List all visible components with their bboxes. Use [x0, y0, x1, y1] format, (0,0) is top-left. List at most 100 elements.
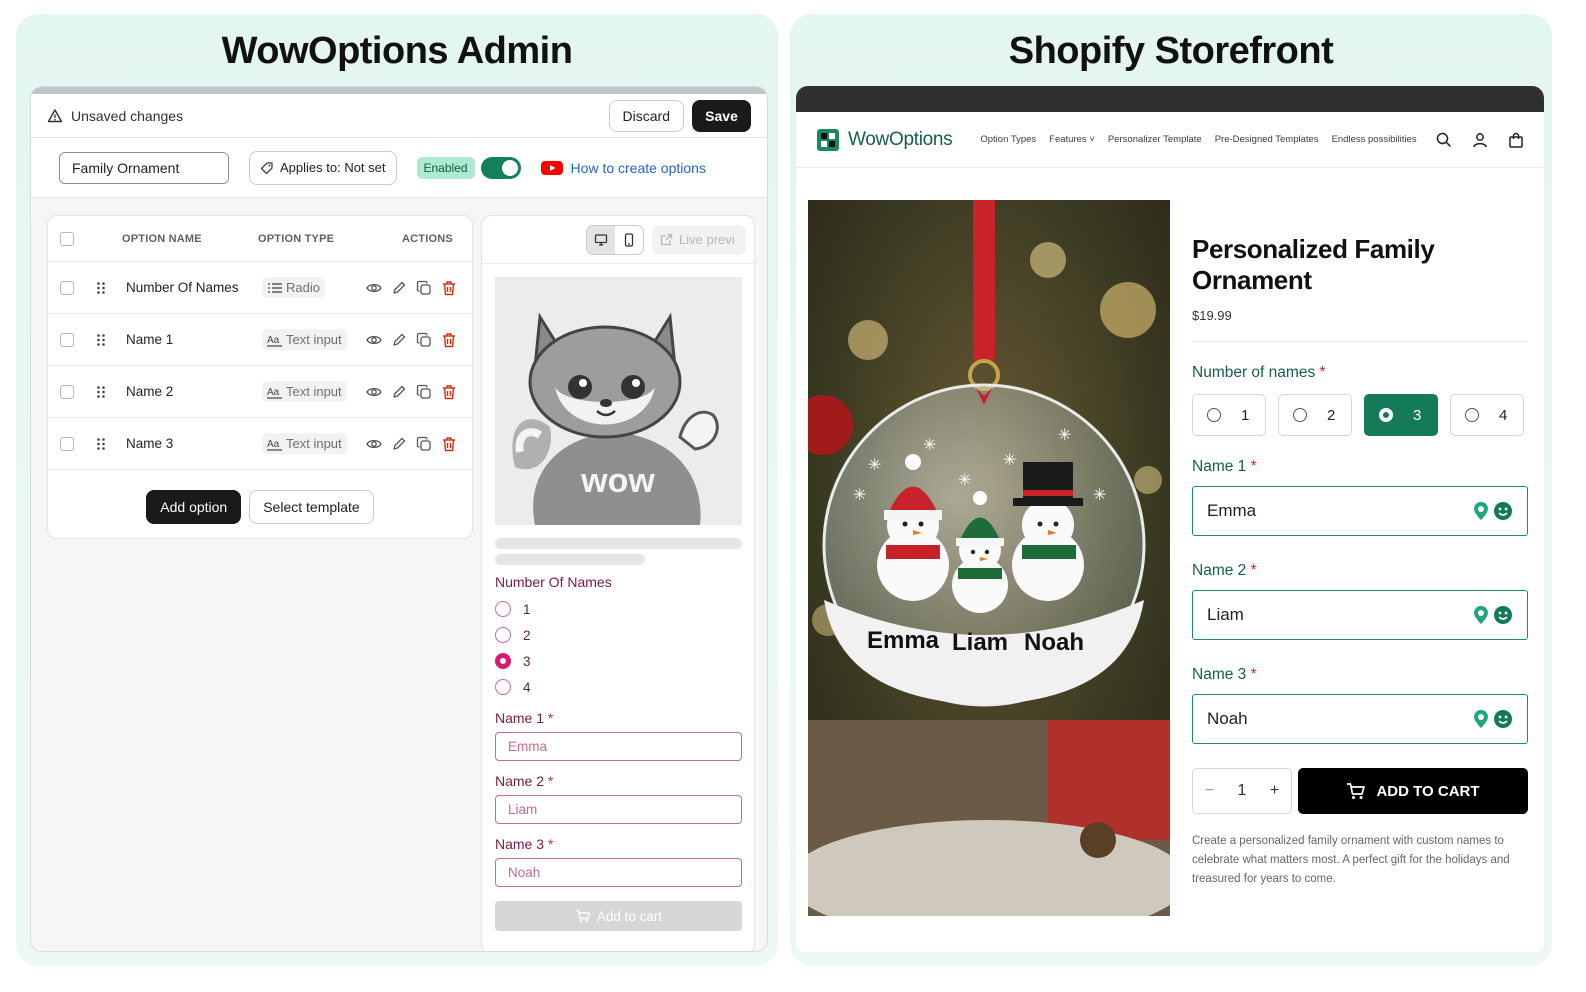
duplicate-icon[interactable]	[416, 280, 432, 296]
svg-text:Aa: Aa	[267, 387, 280, 398]
qty-plus-button[interactable]: +	[1270, 782, 1279, 800]
brand-logo-icon[interactable]	[816, 128, 840, 152]
loading-bar	[495, 554, 645, 565]
account-icon[interactable]	[1472, 132, 1488, 148]
product-info: Personalized Family Ornament $19.99 Numb…	[1192, 234, 1528, 889]
config-bar: Family Ornament Applies to: Not set Enab…	[31, 138, 767, 198]
status-badge: Enabled	[416, 156, 475, 179]
select-template-button[interactable]: Select template	[249, 490, 374, 524]
radio-option[interactable]: 4	[495, 674, 742, 700]
admin-heading: WowOptions Admin	[221, 30, 573, 72]
delete-icon[interactable]	[441, 436, 457, 452]
quantity-stepper[interactable]: − 1 +	[1192, 768, 1292, 814]
location-pin-icon[interactable]	[1472, 501, 1490, 521]
ornament-name-3: Noah	[1024, 629, 1084, 656]
radio-option-label: 1	[523, 601, 531, 617]
row-checkbox[interactable]	[60, 332, 74, 347]
drag-handle-icon[interactable]	[96, 437, 112, 451]
number-option[interactable]: 2	[1278, 394, 1352, 436]
location-pin-icon[interactable]	[1472, 709, 1490, 729]
product-name-field[interactable]: Family Ornament	[59, 151, 229, 184]
name1-input[interactable]: Emma	[495, 732, 742, 761]
table-row[interactable]: Name 3 Aa Text input	[48, 418, 472, 470]
unsaved-label: Unsaved changes	[71, 107, 184, 124]
text-input-icon: Aa	[267, 437, 283, 451]
search-icon[interactable]	[1436, 132, 1452, 148]
applies-to-button[interactable]: Applies to: Not set	[249, 150, 397, 185]
delete-icon[interactable]	[441, 332, 457, 348]
table-row[interactable]: Number Of Names Radio	[48, 262, 472, 314]
edit-icon[interactable]	[391, 436, 407, 452]
nav-features[interactable]: Features ˅	[1049, 134, 1095, 145]
row-checkbox[interactable]	[60, 280, 74, 295]
field-label: Name 3 *	[1192, 666, 1257, 683]
number-option[interactable]: 1	[1192, 394, 1266, 436]
bag-icon[interactable]	[1508, 132, 1524, 148]
qty-minus-button[interactable]: −	[1205, 782, 1214, 800]
number-option[interactable]: 3	[1364, 394, 1438, 436]
edit-icon[interactable]	[391, 384, 407, 400]
duplicate-icon[interactable]	[416, 436, 432, 452]
duplicate-icon[interactable]	[416, 332, 432, 348]
name2-value: Liam	[1207, 605, 1244, 624]
row-checkbox[interactable]	[60, 436, 74, 451]
discard-button[interactable]: Discard	[608, 99, 684, 132]
enabled-toggle[interactable]	[480, 156, 521, 179]
drag-handle-icon[interactable]	[96, 333, 112, 347]
save-button[interactable]: Save	[692, 99, 751, 132]
qty-value[interactable]: 1	[1238, 782, 1247, 800]
delete-icon[interactable]	[441, 384, 457, 400]
select-all-checkbox[interactable]	[60, 231, 74, 246]
radio-option[interactable]: 3	[495, 648, 742, 674]
number-option[interactable]: 4	[1450, 394, 1524, 436]
browser-bar	[796, 86, 1544, 112]
nav-option-types[interactable]: Option Types	[980, 134, 1036, 145]
eye-icon[interactable]	[366, 332, 382, 348]
option-type-tag: Aa Text input	[262, 381, 347, 402]
preview-add-to-cart-button[interactable]: Add to cart	[495, 901, 742, 931]
product-image: ✳ ✳ ✳ ✳ ✳ ✳ ✳ Emma Liam Noah	[808, 200, 1170, 916]
mobile-icon[interactable]	[615, 226, 643, 254]
add-to-cart-button[interactable]: ADD TO CART	[1298, 768, 1528, 814]
live-preview-button[interactable]: Live previ	[652, 224, 746, 255]
how-to-link[interactable]: How to create options	[540, 160, 706, 176]
radio-option[interactable]: 2	[495, 622, 742, 648]
name1-field[interactable]: Emma	[1192, 486, 1528, 536]
row-checkbox[interactable]	[60, 384, 74, 399]
svg-text:✳: ✳	[1003, 450, 1016, 469]
brand-name[interactable]: WowOptions	[848, 129, 953, 151]
edit-icon[interactable]	[391, 332, 407, 348]
desktop-icon[interactable]	[587, 225, 615, 254]
radio-option[interactable]: 1	[495, 596, 742, 622]
field-label: Name 2 *	[1192, 562, 1257, 579]
nav-endless-possibilities[interactable]: Endless possibilities	[1332, 134, 1417, 145]
name3-input[interactable]: Noah	[495, 858, 742, 887]
nav-personalizer-template[interactable]: Personalizer Template	[1108, 134, 1202, 145]
purchase-row: − 1 + ADD TO CART	[1192, 768, 1528, 814]
column-option-type: OPTION TYPE	[258, 232, 335, 245]
edit-icon[interactable]	[391, 280, 407, 296]
emoji-icon[interactable]	[1493, 709, 1513, 729]
emoji-icon[interactable]	[1493, 605, 1513, 625]
name3-field[interactable]: Noah	[1192, 694, 1528, 744]
emoji-icon[interactable]	[1493, 501, 1513, 521]
table-row[interactable]: Name 2 Aa Text input	[48, 366, 472, 418]
name2-field[interactable]: Liam	[1192, 590, 1528, 640]
duplicate-icon[interactable]	[416, 384, 432, 400]
location-pin-icon[interactable]	[1472, 605, 1490, 625]
drag-handle-icon[interactable]	[96, 281, 112, 295]
nav-links: Option Types Features ˅ Personalizer Tem…	[980, 134, 1416, 145]
svg-text:Aa: Aa	[267, 335, 280, 346]
eye-icon[interactable]	[366, 384, 382, 400]
eye-icon[interactable]	[366, 436, 382, 452]
youtube-icon	[540, 160, 563, 176]
drag-handle-icon[interactable]	[96, 385, 112, 399]
add-option-button[interactable]: Add option	[146, 490, 242, 524]
table-row[interactable]: Name 1 Aa Text input	[48, 314, 472, 366]
name2-input[interactable]: Liam	[495, 795, 742, 824]
product-title: Personalized Family Ornament	[1192, 234, 1435, 295]
svg-text:✳: ✳	[923, 435, 936, 454]
delete-icon[interactable]	[441, 280, 457, 296]
eye-icon[interactable]	[366, 280, 382, 296]
nav-pre-designed-templates[interactable]: Pre-Designed Templates	[1215, 134, 1319, 145]
